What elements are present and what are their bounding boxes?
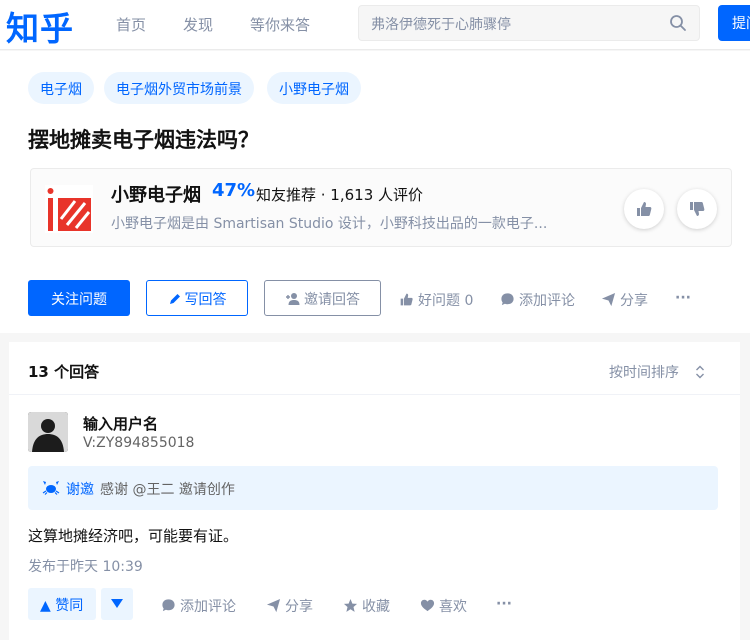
add-comment-label: 添加评论 <box>519 293 575 309</box>
collect-label: 收藏 <box>362 599 390 615</box>
product-downvote-button[interactable] <box>677 189 717 229</box>
like-button[interactable]: 喜欢 <box>420 596 467 616</box>
thanks-text: 感谢 @王二 邀请创作 <box>100 482 235 498</box>
product-name[interactable]: 小野电子烟 <box>111 181 201 207</box>
search-placeholder: 弗洛伊德死于心肺骤停 <box>371 17 511 33</box>
sort-label: 按时间排序 <box>609 365 679 381</box>
product-upvote-button[interactable] <box>624 189 664 229</box>
thumbs-up-icon <box>400 293 413 306</box>
product-card[interactable]: 小野电子烟 47% 知友推荐 · 1,613 人评价 小野电子烟是由 Smart… <box>30 168 732 247</box>
answers-card: 13 个回答 按时间排序 输入用户名 V:ZY894855018 谢邀 感谢 @… <box>9 342 740 640</box>
sort-chevron-icon <box>696 365 705 379</box>
comment-icon <box>162 599 175 612</box>
author-headline: V:ZY894855018 <box>83 435 195 451</box>
invite-answer-button[interactable]: 邀请回答 <box>264 280 381 316</box>
share-icon <box>266 598 281 613</box>
recommend-percent: 47% <box>212 180 256 201</box>
answer-share-label: 分享 <box>285 599 313 615</box>
question-card: 电子烟 电子烟外贸市场前景 小野电子烟 摆地摊卖电子烟违法吗？ 小野电子烟 47… <box>0 51 750 333</box>
collect-button[interactable]: 收藏 <box>343 596 390 616</box>
topic-tag[interactable]: 小野电子烟 <box>267 72 361 104</box>
upvote-button[interactable]: ▲ 赞同 <box>28 588 96 620</box>
downvote-button[interactable] <box>101 588 133 620</box>
invite-thanks-banner: 谢邀 感谢 @王二 邀请创作 <box>28 466 718 510</box>
product-logo-icon <box>45 185 93 233</box>
good-question-button[interactable]: 好问题 0 <box>399 290 473 310</box>
triangle-down-icon <box>111 599 123 608</box>
recommend-text: 知友推荐 · 1,613 人评价 <box>256 186 424 204</box>
more-options-button[interactable]: ··· <box>675 290 691 306</box>
thumbs-down-icon <box>690 202 705 216</box>
pencil-icon <box>169 294 180 304</box>
heart-icon <box>420 599 435 612</box>
product-description: 小野电子烟是由 Smartisan Studio 设计，小野科技出品的一款电子.… <box>111 216 548 232</box>
good-question-label: 好问题 0 <box>418 293 474 309</box>
write-answer-button[interactable]: 写回答 <box>146 280 248 316</box>
nav-home[interactable]: 首页 <box>116 14 146 35</box>
divider <box>9 394 740 395</box>
topic-tag[interactable]: 电子烟外贸市场前景 <box>104 72 254 104</box>
zhihu-logo[interactable]: 知乎 <box>6 2 74 50</box>
answer-timestamp[interactable]: 发布于昨天 10:39 <box>28 556 143 576</box>
search-input[interactable]: 弗洛伊德死于心肺骤停 <box>358 5 700 41</box>
star-icon <box>343 598 358 612</box>
answer-comment-label: 添加评论 <box>180 599 236 615</box>
answer-share-button[interactable]: 分享 <box>266 596 313 616</box>
comment-icon <box>501 293 514 306</box>
invite-answer-label: 邀请回答 <box>304 292 360 308</box>
nav-waiting-answers[interactable]: 等你来答 <box>250 14 310 35</box>
topic-tag[interactable]: 电子烟 <box>28 72 94 104</box>
follow-question-button[interactable]: 关注问题 <box>28 280 130 316</box>
thumbs-up-icon <box>637 202 652 216</box>
top-bar: 知乎 首页 发现 等你来答 弗洛伊德死于心肺骤停 提问 <box>0 0 750 50</box>
avatar[interactable] <box>28 412 68 452</box>
crab-icon <box>42 481 60 495</box>
sort-dropdown[interactable]: 按时间排序 <box>609 362 705 382</box>
share-button[interactable]: 分享 <box>601 290 648 310</box>
avatar-image <box>28 412 68 452</box>
ask-button[interactable]: 提问 <box>718 5 750 41</box>
answer-comment-button[interactable]: 添加评论 <box>161 596 236 616</box>
question-title[interactable]: 摆地摊卖电子烟违法吗？ <box>28 124 259 154</box>
add-comment-button[interactable]: 添加评论 <box>500 290 575 310</box>
write-answer-label: 写回答 <box>184 292 227 308</box>
search-icon[interactable] <box>669 14 687 32</box>
author-name[interactable]: 输入用户名 <box>83 413 158 434</box>
nav-discover[interactable]: 发现 <box>183 14 213 35</box>
answer-count: 13 个回答 <box>28 363 100 381</box>
answer-more-button[interactable]: ··· <box>496 596 512 612</box>
add-user-icon <box>286 293 300 305</box>
like-label: 喜欢 <box>439 599 467 615</box>
share-label: 分享 <box>620 293 648 309</box>
share-icon <box>601 292 616 307</box>
thanks-label: 谢邀 <box>66 482 94 498</box>
answer-content[interactable]: 这算地摊经济吧，可能要有证。 <box>28 525 238 546</box>
